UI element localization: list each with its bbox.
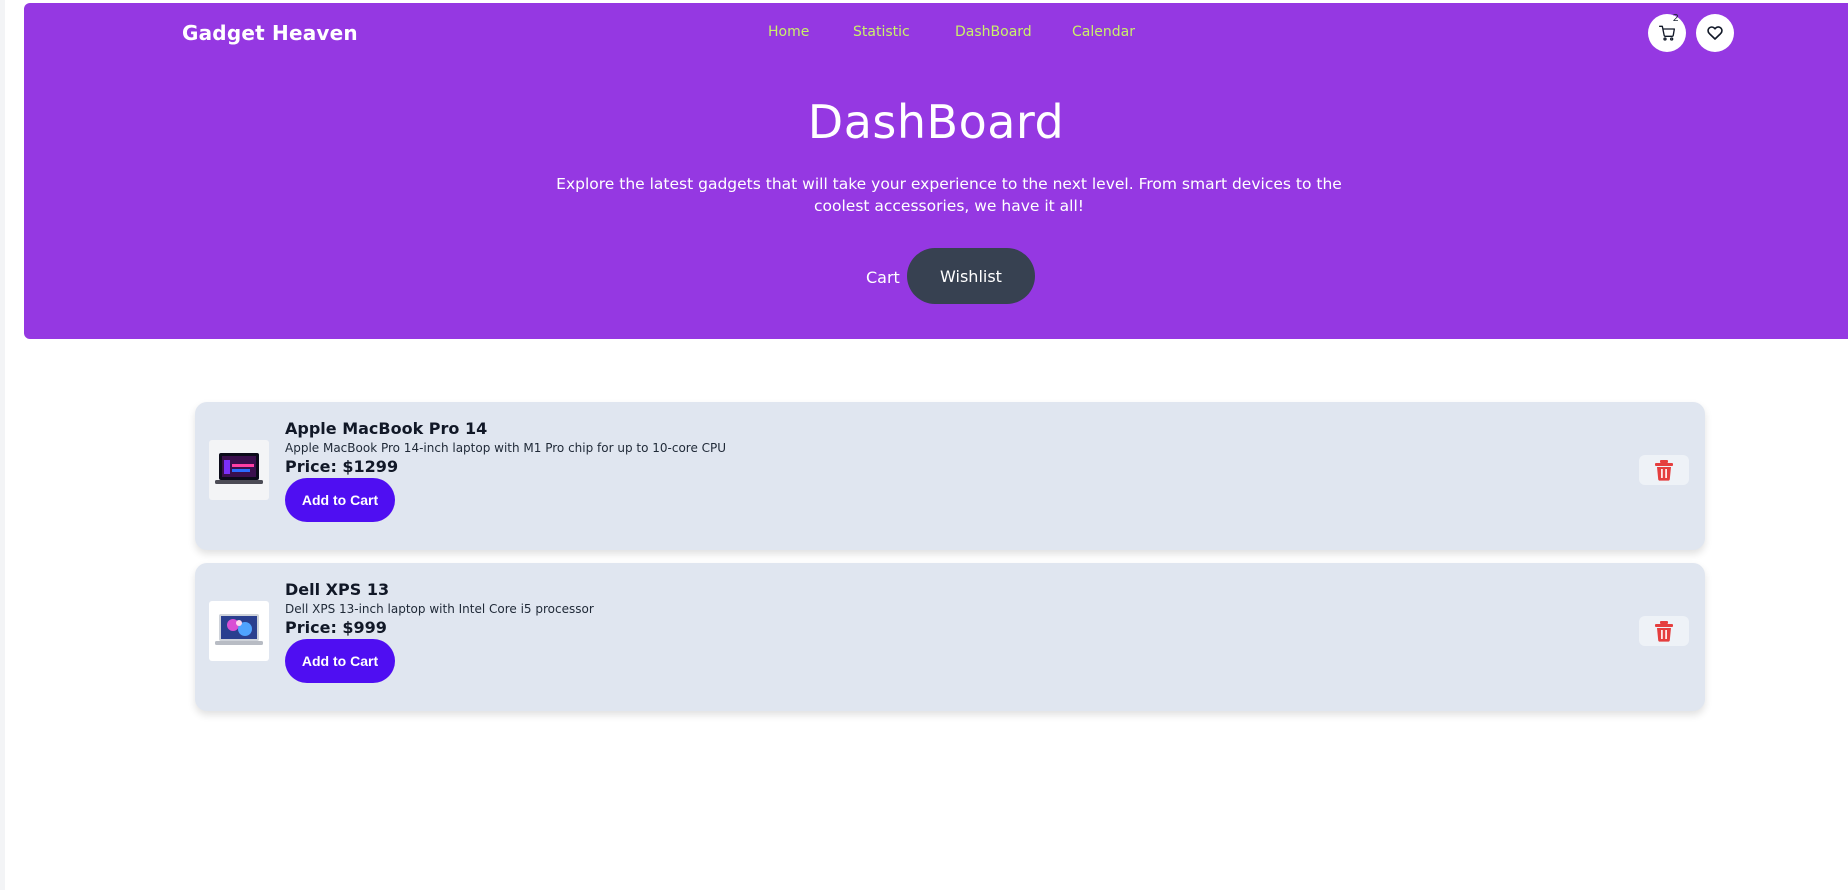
main-nav: Home Statistic DashBoard Calendar <box>24 24 1848 48</box>
nav-link-dashboard[interactable]: DashBoard <box>955 24 1032 40</box>
cart-count-badge: 2 <box>1672 13 1679 24</box>
list-item: Dell XPS 13 Dell XPS 13-inch laptop with… <box>195 563 1705 711</box>
nav-link-statistic[interactable]: Statistic <box>853 24 910 40</box>
product-name: Dell XPS 13 <box>285 580 390 599</box>
cart-button[interactable]: 2 <box>1648 13 1686 52</box>
product-price: Price: $1299 <box>285 457 399 476</box>
delete-button[interactable] <box>1639 455 1689 485</box>
product-thumbnail <box>209 440 269 500</box>
trash-icon <box>1655 460 1673 481</box>
nav-link-calendar[interactable]: Calendar <box>1072 24 1135 40</box>
add-to-cart-button[interactable]: Add to Cart <box>285 478 395 522</box>
hero-banner: Gadget Heaven Home Statistic DashBoard C… <box>24 3 1848 339</box>
wishlist-button[interactable] <box>1696 14 1734 52</box>
product-description: Apple MacBook Pro 14-inch laptop with M1… <box>285 441 727 455</box>
nav-link-home[interactable]: Home <box>768 24 809 40</box>
list-item: Apple MacBook Pro 14 Apple MacBook Pro 1… <box>195 402 1705 550</box>
cart-icon <box>1659 25 1675 41</box>
laptop-image-icon <box>215 453 263 484</box>
tab-wishlist[interactable]: Wishlist <box>907 248 1035 304</box>
product-price: Price: $999 <box>285 618 387 637</box>
product-thumbnail <box>209 601 269 661</box>
product-name: Apple MacBook Pro 14 <box>285 419 488 438</box>
trash-icon <box>1655 621 1673 642</box>
heart-icon <box>1707 26 1723 40</box>
tab-cart[interactable]: Cart <box>866 268 900 287</box>
left-edge <box>0 0 5 890</box>
page-title: DashBoard <box>807 95 1065 149</box>
page-subtitle: Explore the latest gadgets that will tak… <box>556 175 1342 215</box>
add-to-cart-button[interactable]: Add to Cart <box>285 639 395 683</box>
product-description: Dell XPS 13-inch laptop with Intel Core … <box>285 602 594 616</box>
delete-button[interactable] <box>1639 616 1689 646</box>
page: Gadget Heaven Home Statistic DashBoard C… <box>0 0 1848 890</box>
laptop-image-icon <box>215 614 263 645</box>
